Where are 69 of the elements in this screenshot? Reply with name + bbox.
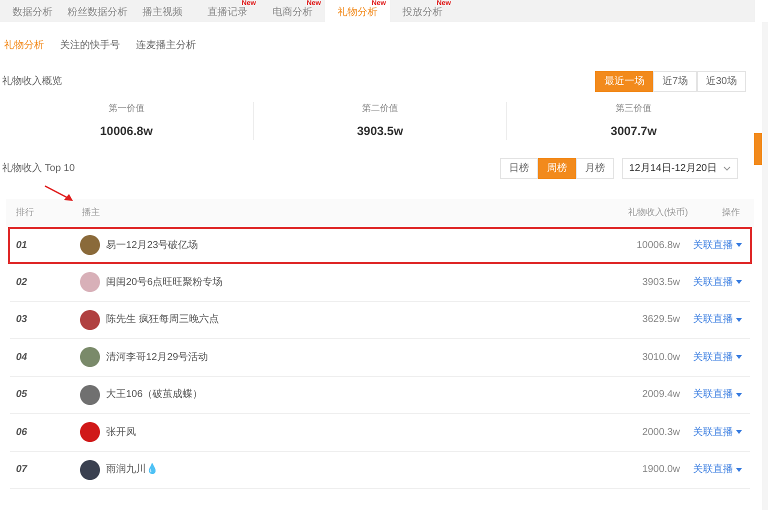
sub-tab[interactable]: 礼物分析 [4,38,44,53]
linked-live-dropdown[interactable]: 关联直播 [680,238,750,253]
avatar [80,422,100,442]
tab[interactable]: 数据分析 [0,0,65,22]
stat-label: 第二价值 [362,102,398,115]
avatar [80,310,100,330]
income: 3629.5w [641,313,680,328]
avatar [80,384,100,405]
avatar [80,347,100,368]
rank: 06 [15,426,28,440]
tab[interactable]: 播主视频 [130,0,195,22]
caret-icon [736,468,742,472]
column-header: 礼物收入(快币) [627,206,688,219]
range-button[interactable]: 近30场 [696,71,746,92]
rank: 02 [15,276,28,290]
caret-icon [736,430,742,434]
stat-label: 第一价值 [108,102,144,115]
streamer-name: 清河李哥12月29号活动 [106,350,208,365]
sub-tab[interactable]: 连麦播主分析 [136,38,196,53]
caret-icon [736,243,742,248]
rank: 07 [15,463,28,478]
income: 1900.0w [641,463,680,478]
caret-icon [736,355,742,360]
income: 10006.8w [636,238,680,253]
income: 3903.5w [641,276,680,290]
linked-live-dropdown[interactable]: 关联直播 [680,350,750,365]
date-range-select[interactable]: 12月14日-12月20日 [622,158,738,178]
linked-live-dropdown[interactable]: 关联直播 [680,274,750,290]
streamer-name: 易一12月23号破亿场 [106,238,198,253]
linked-live-dropdown[interactable]: 关联直播 [680,424,750,440]
streamer-name: 陈先生 疯狂每周三晚六点 [106,312,219,328]
tab[interactable]: 粉丝数据分析 [65,0,130,22]
avatar [80,272,100,292]
linked-live-dropdown[interactable]: 关联直播 [680,312,750,328]
section-title: 礼物收入 Top 10 [1,162,75,176]
caret-icon [736,318,742,322]
pointer-arrow [44,184,74,202]
period-button[interactable]: 月榜 [576,158,614,178]
rank: 03 [15,313,28,328]
avatar [80,460,100,480]
streamer-name: 张开凤 [106,426,136,440]
income: 3010.0w [641,350,680,365]
section-title: 礼物收入概览 [1,74,62,89]
range-button[interactable]: 最近一场 [595,71,654,92]
income: 2000.3w [641,426,680,440]
period-button[interactable]: 日榜 [500,158,538,178]
income: 2009.4w [641,388,680,402]
streamer-name: 大王106（破茧成蝶） [106,388,203,402]
linked-live-dropdown[interactable]: 关联直播 [680,462,750,478]
stat-value: 10006.8w [100,122,153,140]
streamer-name: 雨润九川💧 [106,462,158,478]
streamer-name: 闺闺20号6点旺旺聚粉专场 [106,276,223,290]
sub-tab[interactable]: 关注的快手号 [60,38,120,53]
linked-live-dropdown[interactable]: 关联直播 [680,387,750,402]
column-header: 播主 [82,206,101,219]
caret-icon [736,280,742,284]
stat-label: 第三价值 [616,102,652,115]
column-header: 排行 [15,206,35,219]
chevron-down-icon [723,166,731,170]
rank: 01 [15,238,28,253]
stat-value: 3903.5w [356,122,404,140]
stat-value: 3007.7w [610,122,657,140]
period-button[interactable]: 周榜 [538,158,576,178]
avatar [80,235,100,256]
rank: 05 [15,388,28,402]
rank: 04 [15,350,28,365]
column-header: 操作 [721,206,741,219]
range-button[interactable]: 近7场 [653,71,697,92]
caret-icon [736,392,742,397]
